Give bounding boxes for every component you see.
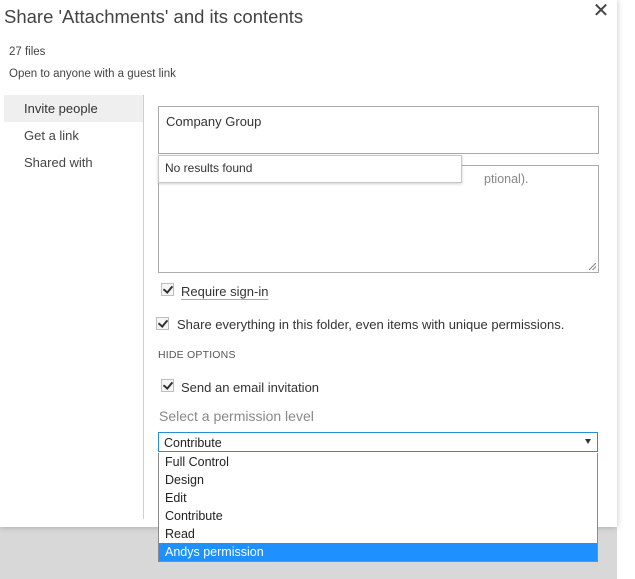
- people-picker-input[interactable]: Company Group: [158, 106, 599, 154]
- page-backdrop-right: [617, 0, 635, 579]
- share-everything-label: Share everything in this folder, even it…: [177, 317, 565, 332]
- people-picker-value: Company Group: [166, 114, 262, 129]
- people-suggestion-dropdown: No results found: [158, 155, 462, 183]
- sharing-status: Open to anyone with a guest link: [9, 68, 176, 80]
- dialog-title: Share 'Attachments' and its contents: [4, 6, 304, 27]
- require-signin-label[interactable]: Require sign-in: [181, 284, 268, 299]
- resize-grip-icon[interactable]: [589, 263, 596, 270]
- permission-option[interactable]: Design: [159, 471, 597, 489]
- close-icon[interactable]: ✕: [590, 0, 612, 22]
- nav-shared-with[interactable]: Shared with: [4, 149, 143, 176]
- nav-divider: [143, 95, 144, 519]
- nav-get-a-link[interactable]: Get a link: [4, 122, 143, 149]
- chevron-down-icon: [585, 439, 591, 444]
- permission-option[interactable]: Read: [159, 525, 597, 543]
- share-nav: Invite people Get a link Shared with: [4, 95, 143, 176]
- permission-selected-value: Contribute: [164, 436, 222, 450]
- share-dialog: Share 'Attachments' and its contents ✕ 2…: [0, 0, 617, 527]
- permission-level-label: Select a permission level: [159, 408, 314, 424]
- nav-invite-people[interactable]: Invite people: [4, 95, 143, 122]
- permission-option[interactable]: Contribute: [159, 507, 597, 525]
- message-placeholder: ptional).: [484, 172, 529, 186]
- hide-options-link[interactable]: HIDE OPTIONS: [158, 349, 236, 361]
- send-email-checkbox[interactable]: [161, 379, 174, 392]
- share-everything-checkbox[interactable]: [156, 317, 169, 330]
- file-count: 27 files: [9, 46, 46, 58]
- permission-option[interactable]: Edit: [159, 489, 597, 507]
- permission-option-highlighted[interactable]: Andys permission: [159, 543, 597, 561]
- permission-options-list: Full Control Design Edit Contribute Read…: [158, 453, 598, 562]
- permission-level-select[interactable]: Contribute: [158, 432, 598, 452]
- require-signin-checkbox[interactable]: [161, 283, 174, 296]
- no-results-text: No results found: [165, 161, 253, 175]
- permission-option[interactable]: Full Control: [159, 453, 597, 471]
- send-email-label: Send an email invitation: [181, 380, 320, 395]
